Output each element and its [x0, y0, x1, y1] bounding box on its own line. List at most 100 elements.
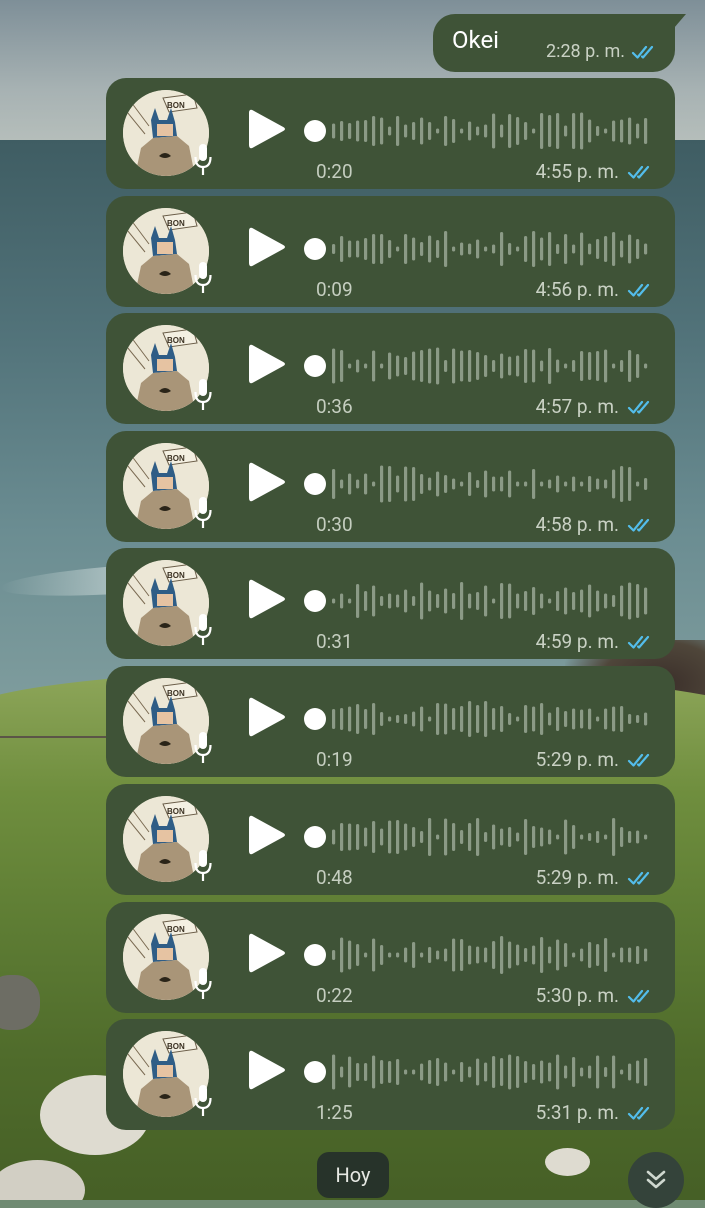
waveform-bar: [644, 243, 648, 255]
waveform-bar: [628, 947, 632, 963]
waveform-bar: [524, 591, 528, 611]
voice-message-bubble[interactable]: BON 0:22 5:30 p. m.: [106, 902, 675, 1013]
waveform-bar: [604, 593, 608, 609]
waveform-bar: [388, 952, 392, 958]
waveform-bar: [588, 708, 592, 730]
waveform-bar: [404, 1069, 408, 1075]
waveform-bar: [620, 119, 624, 143]
waveform-bar: [396, 116, 400, 146]
waveform-bar: [556, 707, 560, 731]
waveform[interactable]: [328, 579, 648, 623]
voice-duration: 0:48: [316, 866, 353, 889]
waveform-bar: [580, 481, 584, 487]
waveform-bar: [476, 480, 480, 488]
voice-message-bubble[interactable]: BON 0:20 4:55 p. m.: [106, 78, 675, 189]
waveform-bar: [380, 596, 384, 606]
waveform-bar: [508, 356, 512, 376]
playback-position-handle[interactable]: [304, 826, 326, 848]
waveform-bar: [556, 244, 560, 254]
svg-text:BON: BON: [167, 101, 185, 110]
waveform-bar: [500, 232, 504, 266]
waveform-bar: [596, 126, 600, 136]
waveform[interactable]: [328, 697, 648, 741]
double-check-icon: [627, 165, 650, 179]
waveform[interactable]: [328, 1050, 648, 1094]
waveform-bar: [476, 946, 480, 964]
waveform-bar: [404, 589, 408, 613]
waveform-bar: [396, 715, 400, 723]
voice-message-bubble[interactable]: BON 0:31 4:59 p. m.: [106, 548, 675, 659]
waveform-bar: [628, 467, 632, 501]
waveform-bar: [556, 1054, 560, 1090]
waveform-bar: [532, 469, 536, 499]
playback-position-handle[interactable]: [304, 708, 326, 730]
waveform-bar: [612, 706, 616, 732]
double-check-icon: [627, 753, 650, 767]
waveform-bar: [636, 1060, 640, 1084]
waveform[interactable]: [328, 933, 648, 977]
double-check-icon: [627, 400, 650, 414]
waveform-bar: [580, 589, 584, 613]
playback-position-handle[interactable]: [304, 1061, 326, 1083]
play-icon: [249, 815, 285, 855]
waveform-bar: [532, 349, 536, 383]
playback-position-handle[interactable]: [304, 590, 326, 612]
waveform-bar: [500, 353, 504, 379]
waveform-bar: [548, 712, 552, 726]
waveform-bar: [388, 1061, 392, 1083]
waveform-bar: [572, 360, 576, 372]
voice-message-bubble[interactable]: BON 0:30 4:58 p. m.: [106, 431, 675, 542]
waveform[interactable]: [328, 344, 648, 388]
waveform-bar: [564, 943, 568, 967]
voice-duration: 1:25: [316, 1101, 353, 1124]
waveform-bar: [340, 823, 344, 851]
waveform-bar: [404, 947, 408, 963]
waveform-bar: [556, 113, 560, 149]
playback-position-handle[interactable]: [304, 355, 326, 377]
waveform-bar: [452, 938, 456, 972]
waveform-bar: [620, 360, 624, 372]
mic-icon: [194, 732, 212, 763]
playback-position-handle[interactable]: [304, 944, 326, 966]
message-meta: 2:28 p. m.: [546, 41, 659, 62]
waveform[interactable]: [328, 462, 648, 506]
waveform-bar: [412, 122, 416, 140]
play-icon: [249, 579, 285, 619]
voice-message-bubble[interactable]: BON 0:19 5:29 p. m.: [106, 666, 675, 777]
playback-position-handle[interactable]: [304, 120, 326, 142]
playback-position-handle[interactable]: [304, 473, 326, 495]
waveform-bar: [412, 237, 416, 261]
svg-text:BON: BON: [167, 219, 185, 228]
waveform-bar: [580, 709, 584, 729]
playback-position-handle[interactable]: [304, 238, 326, 260]
message-time: 4:58 p. m.: [535, 513, 619, 536]
voice-message-bubble[interactable]: BON 0:09 4:56 p. m.: [106, 196, 675, 307]
voice-message-bubble[interactable]: BON 0:36 4:57 p. m.: [106, 313, 675, 424]
waveform-bar: [412, 1069, 416, 1075]
waveform-bar: [436, 834, 440, 840]
waveform-bar: [540, 937, 544, 973]
svg-text:BON: BON: [167, 925, 185, 934]
waveform-bar: [356, 479, 360, 489]
waveform-bar: [484, 1062, 488, 1082]
waveform-bar: [404, 823, 408, 851]
voice-message-bubble[interactable]: BON 0:48 5:29 p. m.: [106, 784, 675, 895]
waveform[interactable]: [328, 815, 648, 859]
waveform-bar: [396, 952, 400, 958]
waveform-bar: [388, 466, 392, 502]
waveform-bar: [420, 831, 424, 843]
waveform-bar: [436, 347, 440, 385]
waveform-bar: [420, 582, 424, 620]
waveform[interactable]: [328, 227, 648, 271]
waveform-bar: [476, 705, 480, 733]
waveform-bar: [420, 952, 424, 958]
waveform-bar: [540, 703, 544, 735]
waveform-bar: [340, 1066, 344, 1078]
voice-message-bubble[interactable]: BON 1:25 5:31 p. m.: [106, 1019, 675, 1130]
waveform-bar: [356, 824, 360, 850]
waveform-bar: [612, 363, 616, 369]
text-message-bubble[interactable]: Okei 2:28 p. m.: [433, 14, 686, 72]
waveform-bar: [540, 827, 544, 847]
waveform[interactable]: [328, 109, 648, 153]
mic-icon: [194, 850, 212, 881]
